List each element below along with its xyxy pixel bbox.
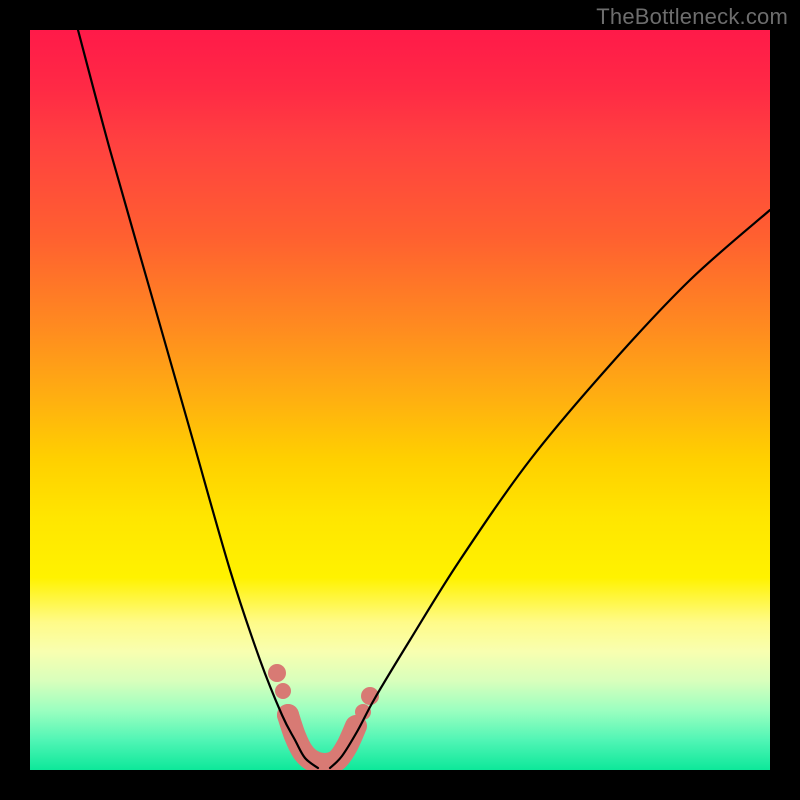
marker-dot [268,664,286,682]
attribution-label: TheBottleneck.com [596,4,788,30]
left-curve [78,30,318,768]
marker-dot [277,704,299,726]
marker-dot [275,683,291,699]
right-curve [330,210,770,768]
marker-dots [268,664,379,770]
curve-overlay [30,30,770,770]
